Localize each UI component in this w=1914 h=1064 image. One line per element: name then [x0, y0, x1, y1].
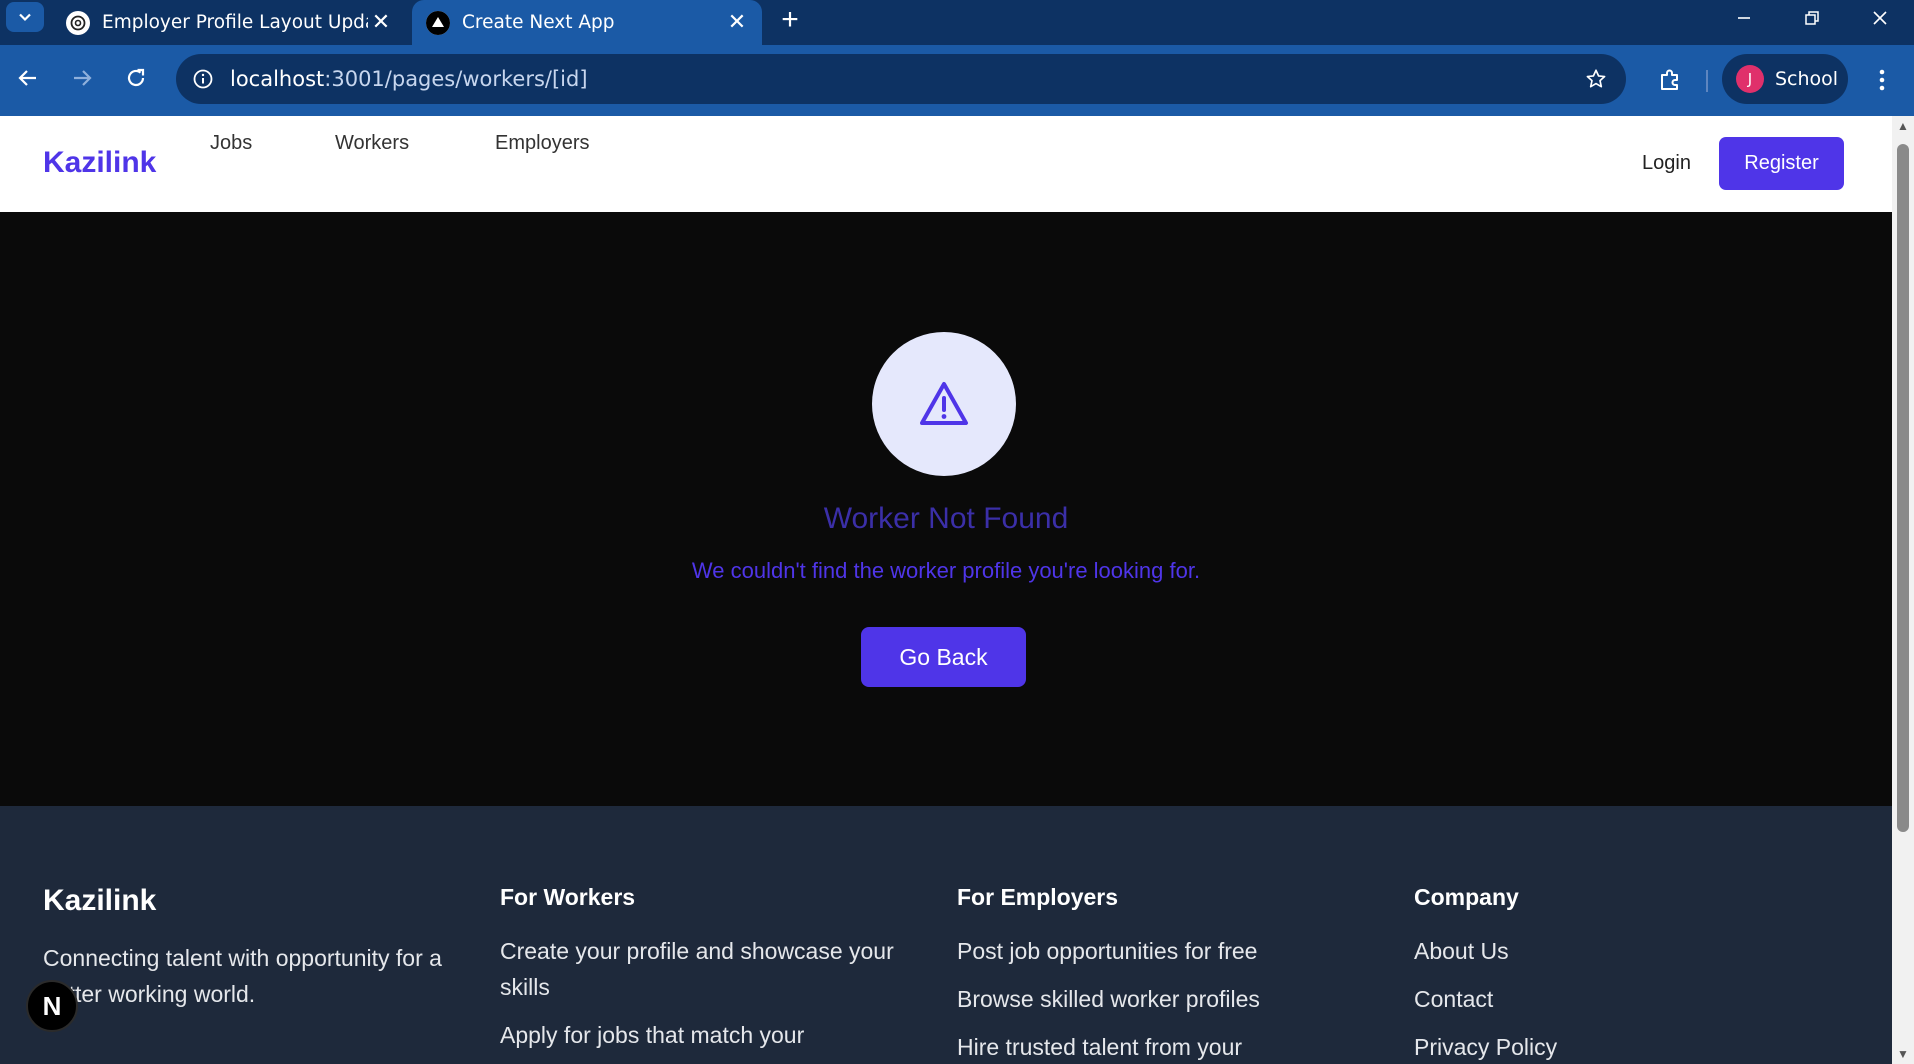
nav-link-workers[interactable]: Workers: [335, 132, 409, 155]
error-message: We couldn't find the worker profile you'…: [691, 558, 1201, 583]
footer-heading: For Workers: [500, 884, 636, 910]
footer-link[interactable]: Hire trusted talent from your: [957, 1029, 1377, 1064]
vercel-triangle-icon: [426, 10, 450, 35]
site-info-icon[interactable]: [186, 62, 220, 96]
close-tab-icon[interactable]: ✕: [368, 10, 394, 36]
arrow-right-icon: [74, 70, 92, 86]
minimize-icon: [1738, 17, 1750, 19]
back-button[interactable]: [8, 58, 48, 98]
go-back-button[interactable]: Go Back: [861, 627, 1026, 687]
restore-icon: [1805, 11, 1819, 25]
chevron-down-icon: [19, 13, 31, 22]
footer-link-about[interactable]: About Us: [1414, 933, 1834, 969]
login-link[interactable]: Login: [1642, 152, 1691, 175]
not-found-section: Worker Not Found We couldn't find the wo…: [0, 212, 1892, 806]
puzzle-icon: [1661, 69, 1678, 90]
footer-link[interactable]: Browse skilled worker profiles: [957, 981, 1377, 1017]
footer-link[interactable]: Apply for jobs that match your: [500, 1017, 920, 1053]
footer-tagline: Connecting talent with opportunity for a…: [43, 945, 442, 1007]
arrow-left-icon: [18, 70, 36, 86]
browser-tab-employer-profile[interactable]: Employer Profile Layout Update ✕: [56, 0, 406, 45]
scroll-up-arrow-icon[interactable]: ▲: [1897, 120, 1909, 132]
profile-button[interactable]: J School: [1722, 54, 1848, 104]
close-icon: [1873, 11, 1887, 25]
nav-link-jobs[interactable]: Jobs: [210, 132, 252, 155]
warning-badge: [872, 332, 1016, 476]
warning-triangle-icon: [920, 382, 968, 425]
error-title: Worker Not Found: [823, 502, 1069, 535]
minimize-button[interactable]: [1714, 0, 1774, 36]
page-viewport: Kazilink Jobs Workers Employers Login Re…: [0, 116, 1892, 1064]
scroll-down-arrow-icon[interactable]: ▼: [1897, 1048, 1909, 1060]
new-tab-button[interactable]: +: [774, 3, 806, 36]
toolbar-divider: [1706, 70, 1708, 92]
footer-link[interactable]: Post job opportunities for free: [957, 933, 1377, 969]
site-header: Kazilink Jobs Workers Employers Login Re…: [0, 116, 1892, 212]
register-button[interactable]: Register: [1719, 137, 1844, 190]
footer-column-workers: For Workers Create your profile and show…: [500, 884, 920, 1064]
footer-heading: For Employers: [957, 884, 1119, 910]
close-window-button[interactable]: [1850, 0, 1910, 36]
site-footer: Kazilink Connecting talent with opportun…: [0, 806, 1892, 1064]
footer-heading: Company: [1414, 884, 1519, 910]
browser-menu-button[interactable]: [1864, 60, 1900, 100]
nextjs-dev-indicator[interactable]: N: [26, 980, 78, 1032]
tab-title: Create Next App: [462, 12, 615, 33]
footer-link-contact[interactable]: Contact: [1414, 981, 1834, 1017]
bookmark-star-icon[interactable]: [1582, 65, 1610, 93]
reload-button[interactable]: [116, 58, 156, 98]
browser-toolbar: localhost:3001/pages/workers/[id] J Scho…: [0, 45, 1914, 116]
tab-search-button[interactable]: [6, 2, 44, 32]
footer-brand: Kazilink: [43, 884, 157, 917]
url-text: localhost:3001/pages/workers/[id]: [230, 54, 588, 104]
footer-link-privacy[interactable]: Privacy Policy: [1414, 1029, 1834, 1064]
reload-icon: [127, 68, 145, 87]
browser-tab-create-next-app[interactable]: Create Next App ✕: [412, 0, 762, 45]
footer-column-company: Company About Us Contact Privacy Policy: [1414, 884, 1834, 1064]
url-host: localhost: [230, 67, 325, 91]
address-bar[interactable]: localhost:3001/pages/workers/[id]: [176, 54, 1626, 104]
extensions-button[interactable]: [1650, 60, 1690, 100]
avatar: J: [1736, 65, 1764, 93]
tab-title: Employer Profile Layout Update: [102, 12, 368, 33]
close-tab-icon[interactable]: ✕: [724, 10, 750, 36]
footer-link[interactable]: Create your profile and showcase your sk…: [500, 933, 920, 1005]
footer-column-employers: For Employers Post job opportunities for…: [957, 884, 1377, 1064]
restore-button[interactable]: [1782, 0, 1842, 36]
url-path: :3001/pages/workers/[id]: [324, 67, 588, 91]
nav-link-employers[interactable]: Employers: [495, 132, 589, 155]
openai-icon: [66, 10, 90, 35]
profile-name: School: [1775, 68, 1839, 90]
forward-button[interactable]: [62, 58, 102, 98]
site-logo[interactable]: Kazilink: [43, 146, 156, 180]
page-scrollbar[interactable]: ▲ ▼: [1892, 116, 1914, 1064]
tab-strip: Employer Profile Layout Update ✕ Create …: [0, 0, 1914, 45]
more-vertical-icon: [1879, 69, 1885, 91]
scrollbar-thumb[interactable]: [1897, 144, 1909, 832]
